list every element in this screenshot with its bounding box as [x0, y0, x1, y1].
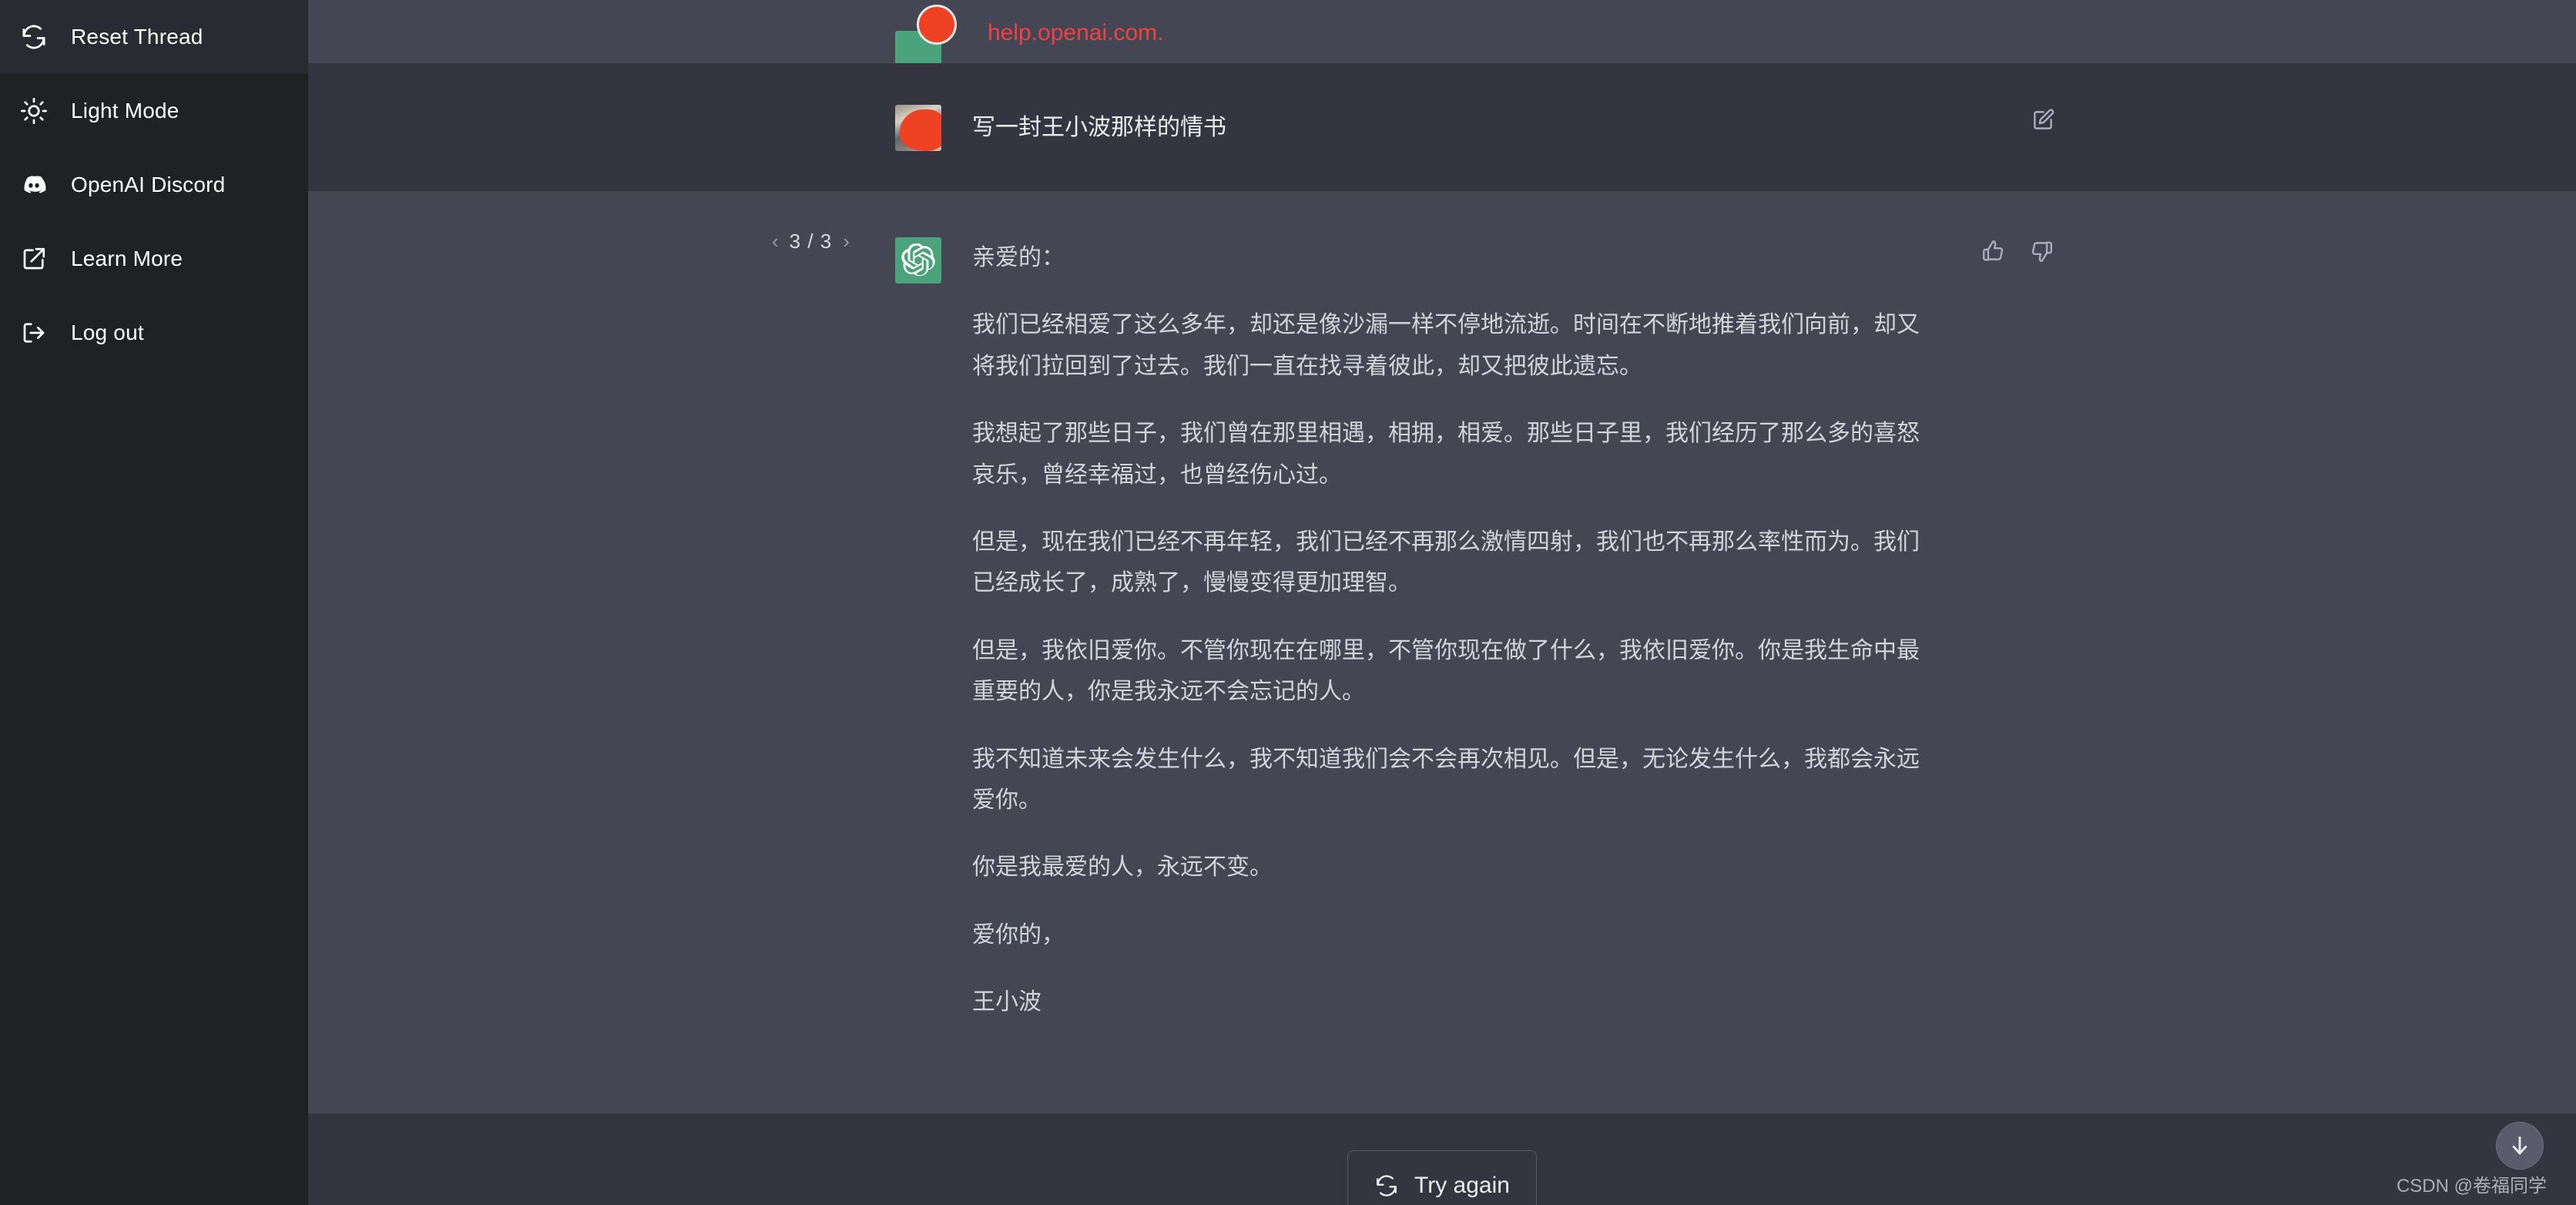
- assistant-message-actions: [1977, 234, 2058, 268]
- assistant-paragraph: 我不知道未来会发生什么，我不知道我们会不会再次相见。但是，无论发生什么，我都会永…: [972, 746, 1920, 813]
- logout-icon: [18, 317, 49, 348]
- csdn-watermark: CSDN @卷福同学: [2396, 1176, 2547, 1197]
- try-again-button[interactable]: Try again: [1347, 1150, 1537, 1205]
- sun-icon: [18, 96, 49, 126]
- sidebar: Reset Thread Light Mode OpenAI Discord L…: [0, 0, 308, 1205]
- assistant-paragraph: 我们已经相爱了这么多年，却还是像沙漏一样不停地流逝。时间在不断地推着我们向前，却…: [972, 312, 1920, 379]
- chatgpt-window: Reset Thread Light Mode OpenAI Discord L…: [0, 0, 2576, 1205]
- sidebar-item-reset-thread[interactable]: Reset Thread: [0, 0, 308, 74]
- assistant-paragraph: 王小波: [972, 989, 1041, 1015]
- reset-thread-icon: [1374, 1173, 1399, 1198]
- assistant-paragraph: 你是我最爱的人，永远不变。: [972, 854, 1273, 881]
- assistant-paragraph: 我想起了那些日子，我们曾在那里相遇，相拥，相爱。那些日子里，我们经历了那么多的喜…: [972, 421, 1920, 488]
- message-thread: help.openai.com. 写一封王小波那样的情书 ‹ 3 / 3 › 亲…: [308, 0, 2576, 1205]
- message-row-truncated: help.openai.com.: [308, 0, 2576, 77]
- assistant-paragraph: 但是，现在我们已经不再年轻，我们已经不再那么激情四射，我们也不再那么率性而为。我…: [972, 529, 1920, 596]
- reset-thread-icon: [18, 22, 49, 52]
- sidebar-item-label: Light Mode: [71, 99, 179, 123]
- assistant-message-text: 亲爱的： 我们已经相爱了这么多年，却还是像沙漏一样不停地流逝。时间在不断地推着我…: [972, 237, 1927, 1064]
- message-row-user: 写一封王小波那样的情书: [308, 63, 2576, 191]
- sidebar-item-log-out[interactable]: Log out: [0, 296, 308, 370]
- user-message-actions: [2026, 103, 2060, 137]
- redaction-blob-icon: [917, 5, 957, 45]
- assistant-paragraph: 但是，我依旧爱你。不管你现在在哪里，不管你现在做了什么，我依旧爱你。你是我生命中…: [972, 637, 1920, 705]
- next-response-button[interactable]: ›: [843, 231, 850, 251]
- sidebar-item-openai-discord[interactable]: OpenAI Discord: [0, 148, 308, 222]
- edit-icon[interactable]: [2026, 103, 2060, 137]
- assistant-paragraph: 爱你的，: [972, 921, 1065, 948]
- openai-logo-icon: [895, 237, 941, 284]
- redaction-blob-icon: [900, 109, 941, 151]
- message-row-assistant: ‹ 3 / 3 › 亲爱的： 我们已经相爱了这么多年，却还是像沙漏一样不停地流逝…: [308, 191, 2576, 1113]
- response-pagination: ‹ 3 / 3 ›: [772, 231, 850, 251]
- discord-icon: [18, 170, 49, 200]
- sidebar-item-label: OpenAI Discord: [71, 173, 226, 196]
- sidebar-item-learn-more[interactable]: Learn More: [0, 222, 308, 296]
- sidebar-item-label: Log out: [71, 321, 144, 344]
- scroll-to-bottom-icon[interactable]: [2496, 1122, 2544, 1170]
- assistant-avatar: [895, 237, 941, 284]
- sidebar-item-light-mode[interactable]: Light Mode: [0, 74, 308, 148]
- response-count: 3 / 3: [789, 230, 833, 253]
- user-message-text: 写一封王小波那样的情书: [972, 114, 1226, 140]
- thumbs-up-icon[interactable]: [1977, 234, 2011, 268]
- chat-main: help.openai.com. 写一封王小波那样的情书 ‹ 3 / 3 › 亲…: [308, 0, 2576, 1205]
- assistant-paragraph: 亲爱的：: [972, 245, 1065, 270]
- user-avatar: [895, 105, 941, 151]
- sidebar-item-label: Learn More: [71, 247, 183, 270]
- prev-response-button[interactable]: ‹: [772, 231, 779, 251]
- help-link[interactable]: help.openai.com.: [988, 22, 1164, 45]
- sidebar-item-label: Reset Thread: [71, 25, 203, 49]
- thumbs-down-icon[interactable]: [2024, 234, 2058, 268]
- external-link-icon: [18, 243, 49, 274]
- try-again-label: Try again: [1414, 1173, 1510, 1198]
- composer-bar: Try again CSDN @卷福同学: [308, 1113, 2576, 1205]
